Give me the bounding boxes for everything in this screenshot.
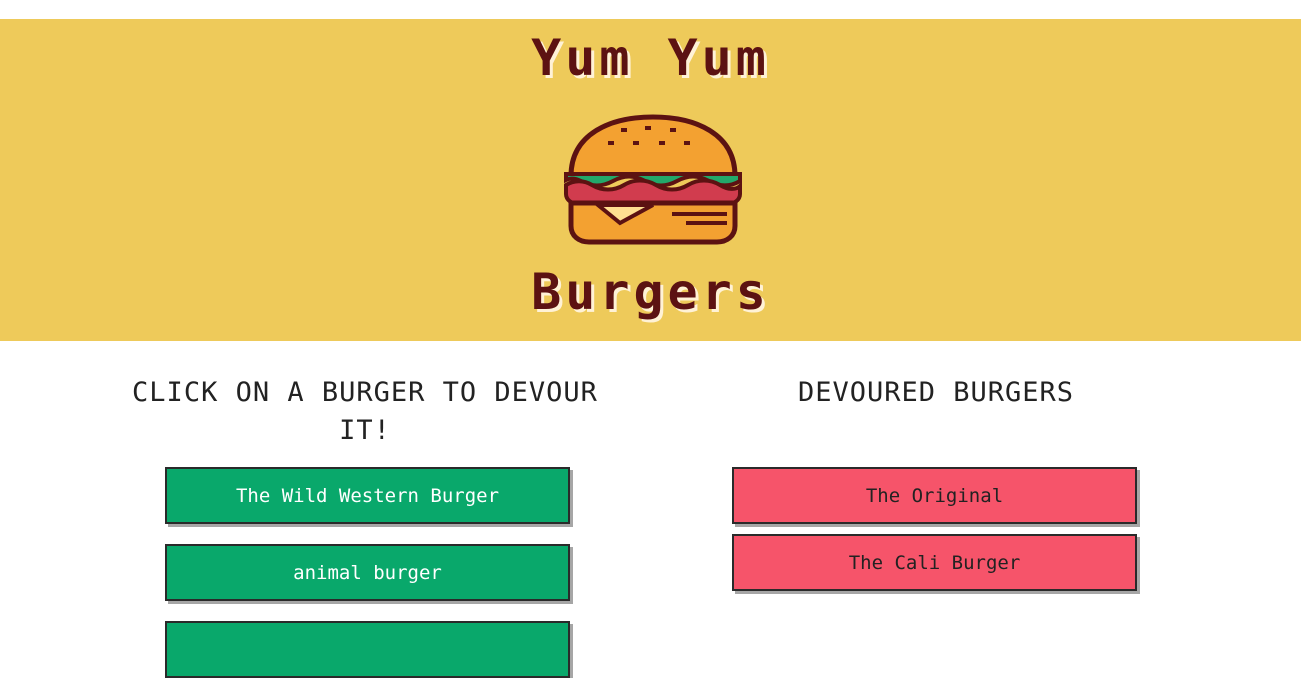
devour-burger-button[interactable] [165, 621, 570, 678]
devoured-heading: DEVOURED BURGERS [797, 377, 1075, 408]
hero-banner: Yum Yum Burgers [0, 19, 1301, 341]
devoured-burger-item[interactable]: The Original [732, 467, 1137, 524]
site-title-top: Yum Yum [531, 29, 770, 87]
devoured-burger-item[interactable]: The Cali Burger [732, 534, 1137, 591]
devour-burger-button[interactable]: animal burger [165, 544, 570, 601]
site-title-bottom: Burgers [531, 263, 770, 321]
burger-icon [564, 114, 742, 245]
devour-burger-button[interactable]: The Wild Western Burger [165, 467, 570, 524]
uneaten-heading: CLICK ON A BURGER TO DEVOUR IT! [132, 377, 598, 446]
